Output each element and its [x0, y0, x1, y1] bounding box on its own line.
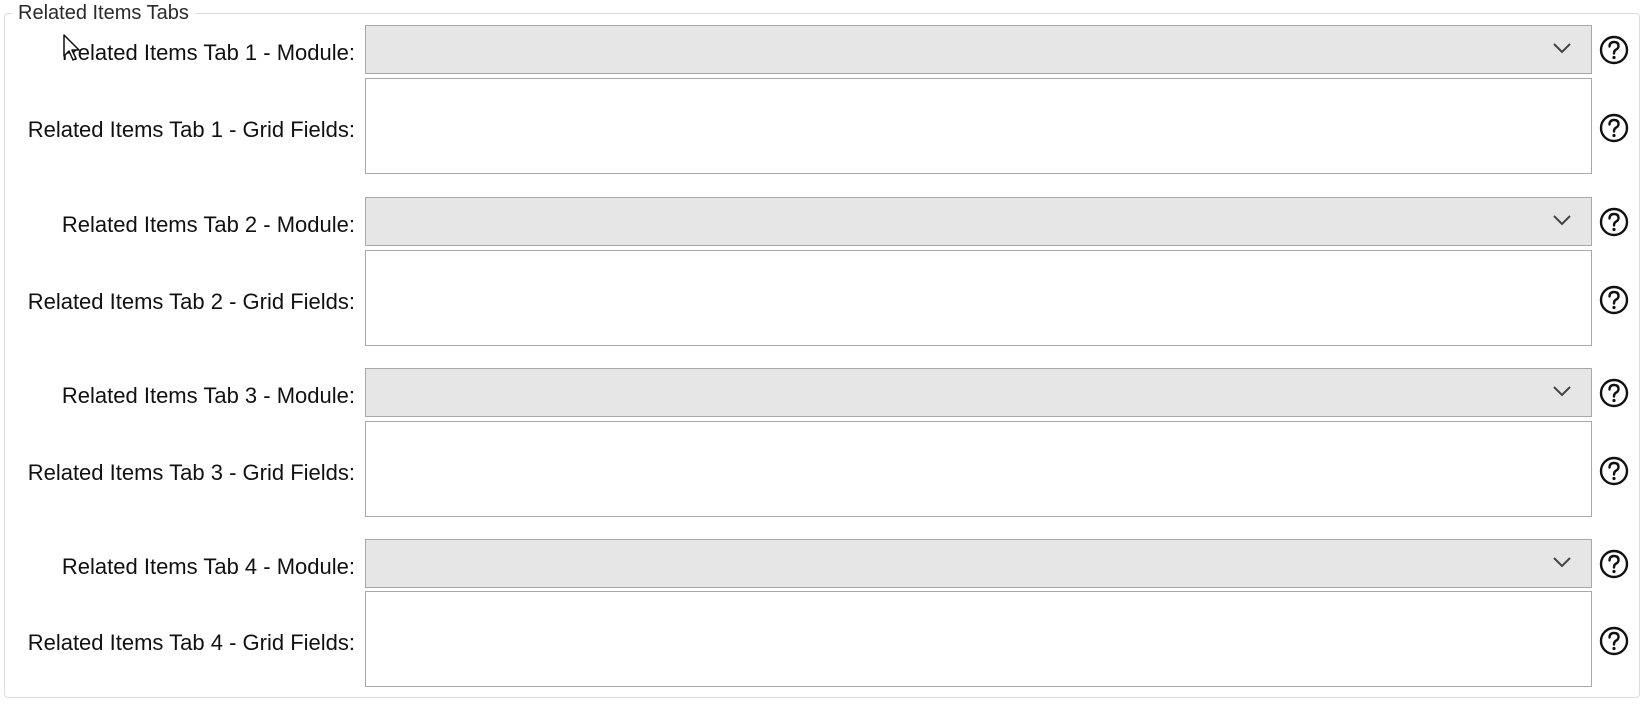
help-icon[interactable] — [1598, 377, 1630, 409]
tab2-module-select[interactable] — [365, 197, 1592, 246]
tab4-grid-fields-label: Related Items Tab 4 - Grid Fields: — [27, 630, 355, 655]
tab1-grid-fields-input[interactable] — [365, 78, 1592, 174]
chevron-down-icon — [1553, 557, 1571, 568]
tab2-grid-fields-label: Related Items Tab 2 - Grid Fields: — [27, 289, 355, 314]
tab3-grid-fields-label: Related Items Tab 3 - Grid Fields: — [27, 460, 355, 485]
tab4-module-label: Related Items Tab 4 - Module: — [61, 554, 355, 579]
tab3-grid-fields-input[interactable] — [365, 421, 1592, 517]
chevron-down-icon — [1553, 215, 1571, 226]
chevron-down-icon — [1553, 43, 1571, 54]
tab2-module-label: Related Items Tab 2 - Module: — [61, 212, 355, 237]
group-title: Related Items Tabs — [12, 0, 195, 26]
help-icon[interactable] — [1598, 284, 1630, 316]
tab4-grid-fields-input[interactable] — [365, 591, 1592, 687]
help-icon[interactable] — [1598, 34, 1630, 66]
help-icon[interactable] — [1598, 548, 1630, 580]
tab4-module-select[interactable] — [365, 539, 1592, 588]
chevron-down-icon — [1553, 386, 1571, 397]
tab1-grid-fields-label: Related Items Tab 1 - Grid Fields: — [27, 117, 355, 142]
tab1-module-select[interactable] — [365, 25, 1592, 74]
help-icon[interactable] — [1598, 455, 1630, 487]
tab3-module-label: Related Items Tab 3 - Module: — [61, 383, 355, 408]
help-icon[interactable] — [1598, 206, 1630, 238]
help-icon[interactable] — [1598, 625, 1630, 657]
tab3-module-select[interactable] — [365, 368, 1592, 417]
help-icon[interactable] — [1598, 112, 1630, 144]
tab2-grid-fields-input[interactable] — [365, 250, 1592, 346]
tab1-module-label: Related Items Tab 1 - Module: — [61, 40, 355, 65]
